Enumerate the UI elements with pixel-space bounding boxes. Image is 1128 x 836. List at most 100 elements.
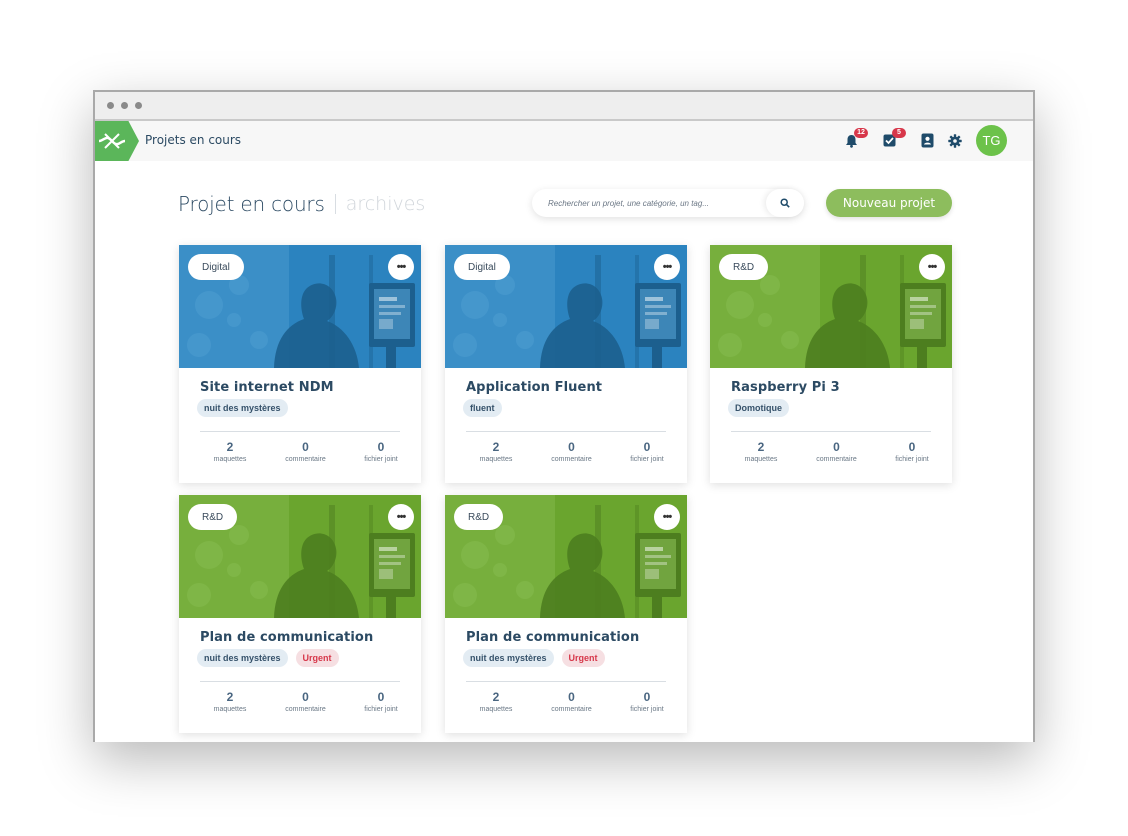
stat-label: commentaire [551, 706, 592, 713]
project-card[interactable]: R&D ••• Raspberry Pi 3 Domotique 2 maque… [710, 245, 952, 483]
stat-label: maquettes [213, 706, 247, 713]
project-tag[interactable]: Domotique [728, 399, 789, 417]
window-close-dot[interactable] [107, 102, 114, 109]
heading-divider [334, 194, 336, 214]
search-bar [532, 189, 804, 217]
project-title[interactable]: Plan de communication [466, 630, 639, 645]
stat-value: 0 [643, 440, 651, 454]
project-stats: 2 maquettes 0 commentaire 0 fichier join… [200, 690, 411, 713]
more-options-button[interactable]: ••• [388, 504, 414, 530]
project-cover[interactable]: Digital ••• [445, 245, 687, 368]
project-title[interactable]: Application Fluent [466, 380, 602, 395]
notifications-button[interactable]: 12 [842, 127, 868, 150]
logo-icon [98, 133, 126, 149]
card-divider [466, 681, 666, 682]
app-logo[interactable] [95, 121, 139, 161]
project-card[interactable]: Digital ••• Site internet NDM nuit des m… [179, 245, 421, 483]
project-stats: 2 maquettes 0 commentaire 0 fichier join… [200, 440, 411, 463]
category-pill[interactable]: R&D [719, 254, 769, 280]
project-tag[interactable]: nuit des mystères [197, 399, 288, 417]
stat-value: 0 [833, 440, 840, 454]
more-options-button[interactable]: ••• [919, 254, 945, 280]
project-stats: 2 maquettes 0 commentaire 0 fichier join… [466, 440, 677, 463]
stat-value: 0 [643, 690, 651, 704]
attachments-stat: 0 fichier joint [351, 690, 411, 713]
more-options-button[interactable]: ••• [654, 254, 680, 280]
more-icon: ••• [396, 511, 407, 523]
attachments-stat: 0 fichier joint [617, 690, 677, 713]
project-cover[interactable]: R&D ••• [710, 245, 952, 368]
comments-stat: 0 commentaire [542, 690, 602, 713]
more-icon: ••• [662, 261, 673, 273]
comments-stat: 0 commentaire [807, 440, 867, 463]
stat-value: 2 [492, 440, 500, 454]
tasks-button[interactable]: 5 [880, 127, 906, 150]
stat-value: 0 [908, 440, 916, 454]
browser-window: Projets en cours 12 5 TG Projet en cours… [93, 90, 1035, 742]
stat-value: 0 [302, 440, 309, 454]
search-button[interactable] [766, 189, 804, 217]
attachments-stat: 0 fichier joint [882, 440, 942, 463]
stat-label: fichier joint [364, 706, 398, 713]
project-cover[interactable]: R&D ••• [445, 495, 687, 618]
stat-value: 2 [757, 440, 765, 454]
window-minimize-dot[interactable] [121, 102, 128, 109]
stat-label: fichier joint [630, 706, 664, 713]
category-pill[interactable]: Digital [188, 254, 244, 280]
project-tags: Domotique [728, 399, 789, 417]
stat-value: 0 [377, 440, 385, 454]
stat-label: fichier joint [895, 456, 929, 463]
category-pill[interactable]: R&D [188, 504, 238, 530]
project-card[interactable]: R&D ••• Plan de communication nuit des m… [179, 495, 421, 733]
browser-titlebar [95, 92, 1033, 121]
project-tags: nuit des mystères Urgent [463, 649, 605, 667]
category-pill[interactable]: Digital [454, 254, 510, 280]
settings-button[interactable] [946, 132, 964, 150]
more-icon: ••• [662, 511, 673, 523]
notifications-badge: 12 [854, 127, 868, 138]
comments-stat: 0 commentaire [276, 440, 336, 463]
mockups-stat: 2 maquettes [466, 690, 526, 713]
user-avatar[interactable]: TG [976, 125, 1007, 156]
card-divider [731, 431, 931, 432]
comments-stat: 0 commentaire [542, 440, 602, 463]
stat-label: maquettes [479, 456, 513, 463]
stat-label: fichier joint [364, 456, 398, 463]
project-tag[interactable]: nuit des mystères [463, 649, 554, 667]
page-heading: Projet en cours archives [178, 192, 425, 216]
more-options-button[interactable]: ••• [388, 254, 414, 280]
project-tag[interactable]: nuit des mystères [197, 649, 288, 667]
header-actions: 12 5 TG [842, 125, 1007, 156]
search-icon [780, 198, 790, 208]
project-card[interactable]: Digital ••• Application Fluent fluent 2 … [445, 245, 687, 483]
stat-label: maquettes [479, 706, 513, 713]
category-pill[interactable]: R&D [454, 504, 504, 530]
search-input[interactable] [532, 189, 766, 217]
project-tag[interactable]: fluent [463, 399, 502, 417]
new-project-button[interactable]: Nouveau projet [826, 189, 952, 217]
window-maximize-dot[interactable] [135, 102, 142, 109]
urgent-tag[interactable]: Urgent [561, 649, 605, 667]
stat-value: 0 [568, 690, 575, 704]
mockups-stat: 2 maquettes [200, 690, 260, 713]
project-cover[interactable]: R&D ••• [179, 495, 421, 618]
more-options-button[interactable]: ••• [654, 504, 680, 530]
project-card[interactable]: R&D ••• Plan de communication nuit des m… [445, 495, 687, 733]
mockups-stat: 2 maquettes [200, 440, 260, 463]
page-title: Projet en cours [178, 192, 325, 216]
project-title[interactable]: Raspberry Pi 3 [731, 380, 840, 395]
stat-label: commentaire [285, 456, 326, 463]
attachments-stat: 0 fichier joint [617, 440, 677, 463]
app-title: Projets en cours [145, 133, 242, 147]
project-title[interactable]: Plan de communication [200, 630, 373, 645]
urgent-tag[interactable]: Urgent [295, 649, 339, 667]
stat-label: commentaire [285, 706, 326, 713]
project-cover[interactable]: Digital ••• [179, 245, 421, 368]
stat-label: commentaire [816, 456, 857, 463]
card-divider [200, 431, 400, 432]
archives-link[interactable]: archives [346, 193, 426, 215]
project-tags: nuit des mystères [197, 399, 288, 417]
project-title[interactable]: Site internet NDM [200, 380, 334, 395]
stat-value: 2 [492, 690, 500, 704]
contacts-button[interactable] [918, 132, 936, 150]
